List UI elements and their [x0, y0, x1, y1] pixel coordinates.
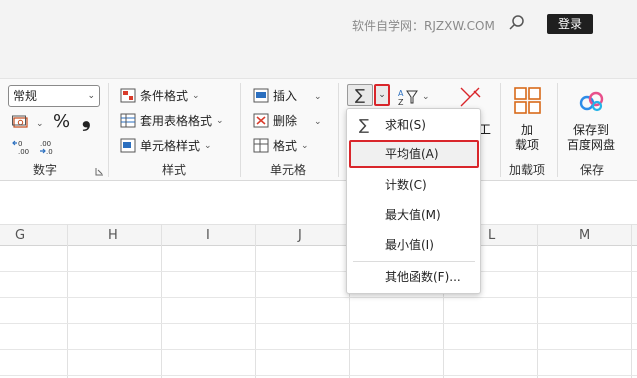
- conditional-format-button[interactable]: 条件格式 ⌄: [120, 87, 200, 104]
- grid-line: [0, 271, 637, 272]
- chevron-down-icon[interactable]: ⌄: [36, 119, 44, 129]
- save-label-line2[interactable]: 百度网盘: [567, 136, 615, 153]
- svg-text:0: 0: [18, 140, 22, 148]
- format-cells-icon: [253, 138, 269, 153]
- column-header-j[interactable]: J: [298, 228, 302, 243]
- column-header-l[interactable]: L: [488, 228, 495, 243]
- column-header-i[interactable]: I: [206, 228, 210, 243]
- insert-cells-icon: [253, 88, 269, 103]
- formula-bar-area: [0, 182, 637, 224]
- addins-label-line2[interactable]: 载项: [515, 136, 539, 153]
- chevron-down-icon: ⌄: [301, 140, 309, 151]
- grid-line: [0, 297, 637, 298]
- decrease-decimal-icon[interactable]: .00 .0: [38, 139, 58, 155]
- format-as-table-button[interactable]: 套用表格格式 ⌄: [120, 112, 224, 129]
- svg-text:.0: .0: [46, 148, 53, 155]
- baidu-netdisk-icon[interactable]: [578, 89, 606, 113]
- svg-text:A: A: [398, 89, 404, 98]
- table-format-icon: [120, 113, 136, 128]
- chevron-down-icon: ⌄: [192, 90, 200, 101]
- addins-group-label: 加载项: [509, 163, 546, 177]
- grid-line: [631, 224, 632, 378]
- menu-item-count[interactable]: 计数(C): [347, 171, 480, 199]
- autosum-dropdown-button[interactable]: ⌄: [374, 84, 390, 106]
- cell-style-button[interactable]: 单元格样式 ⌄: [120, 137, 212, 154]
- chevron-down-icon: ⌄: [216, 115, 224, 126]
- insert-cells-button[interactable]: 插入: [253, 87, 297, 104]
- group-divider: [108, 83, 109, 177]
- chevron-down-icon: ⌄: [87, 91, 95, 101]
- chevron-down-icon[interactable]: ⌄: [314, 92, 322, 102]
- grid-line: [0, 349, 637, 350]
- group-divider: [500, 83, 501, 177]
- chevron-down-icon[interactable]: ⌄: [422, 92, 430, 102]
- column-header-h[interactable]: H: [108, 228, 118, 243]
- column-header-g[interactable]: G: [15, 228, 25, 243]
- autosum-dropdown-menu: ∑ 求和(S) 平均值(A) 计数(C) 最大值(M) 最小值(I) 其他函数(…: [346, 108, 481, 294]
- number-group-label: 数字: [33, 163, 58, 177]
- grid-line: [67, 224, 68, 378]
- grid-line: [0, 375, 637, 376]
- title-bar: 软件自学网：RJZXW.COM 登录: [0, 0, 637, 78]
- sigma-icon: ∑: [359, 116, 370, 134]
- accounting-format-icon[interactable]: [12, 114, 32, 130]
- group-divider: [557, 83, 558, 177]
- menu-item-min[interactable]: 最小值(I): [347, 231, 480, 259]
- cell-style-icon: [120, 138, 136, 153]
- menu-item-more-functions[interactable]: 其他函数(F)...: [347, 263, 480, 291]
- number-format-value: 常规: [13, 89, 38, 103]
- watermark-text: 软件自学网：RJZXW.COM: [352, 19, 495, 33]
- styles-group-label: 样式: [162, 163, 187, 177]
- grid-line: [0, 323, 637, 324]
- autosum-button[interactable]: ∑: [347, 84, 373, 106]
- menu-item-average[interactable]: 平均值(A): [349, 140, 479, 168]
- ribbon: 常规 ⌄ ⌄ % ❟ 0 .00 .00 .0 数字 条件格式 ⌄ 套用表格格式…: [0, 78, 637, 181]
- group-divider: [240, 83, 241, 177]
- column-header-row: G H I J L M: [0, 224, 637, 246]
- increase-decimal-icon[interactable]: 0 .00: [12, 139, 32, 155]
- dialog-launcher-icon[interactable]: [95, 167, 104, 176]
- delete-cells-button[interactable]: 删除: [253, 112, 297, 129]
- svg-text:Z: Z: [398, 98, 404, 106]
- save-group-label: 保存: [580, 163, 605, 177]
- column-header-m[interactable]: M: [579, 228, 590, 243]
- grid-line: [537, 224, 538, 378]
- delete-cells-icon: [253, 113, 269, 128]
- menu-item-max[interactable]: 最大值(M): [347, 201, 480, 229]
- sort-filter-icon[interactable]: A Z: [398, 88, 420, 106]
- comma-style-button[interactable]: ❟: [82, 107, 91, 132]
- grid-line: [161, 224, 162, 378]
- chevron-down-icon[interactable]: ⌄: [314, 117, 322, 127]
- search-icon[interactable]: [508, 14, 526, 32]
- grid-line: [255, 224, 256, 378]
- svg-text:.00: .00: [18, 148, 29, 155]
- group-divider: [338, 83, 339, 177]
- format-cells-button[interactable]: 格式 ⌄: [253, 137, 309, 154]
- menu-divider: [353, 261, 475, 262]
- conditional-format-icon: [120, 88, 136, 103]
- cells-group-label: 单元格: [270, 163, 307, 177]
- percent-style-button[interactable]: %: [53, 111, 70, 132]
- login-button[interactable]: 登录: [547, 14, 593, 34]
- number-format-select[interactable]: 常规 ⌄: [8, 85, 100, 107]
- menu-item-sum[interactable]: ∑ 求和(S): [347, 111, 480, 139]
- addins-icon[interactable]: [514, 87, 542, 115]
- chevron-down-icon: ⌄: [204, 140, 212, 151]
- svg-text:.00: .00: [40, 140, 51, 148]
